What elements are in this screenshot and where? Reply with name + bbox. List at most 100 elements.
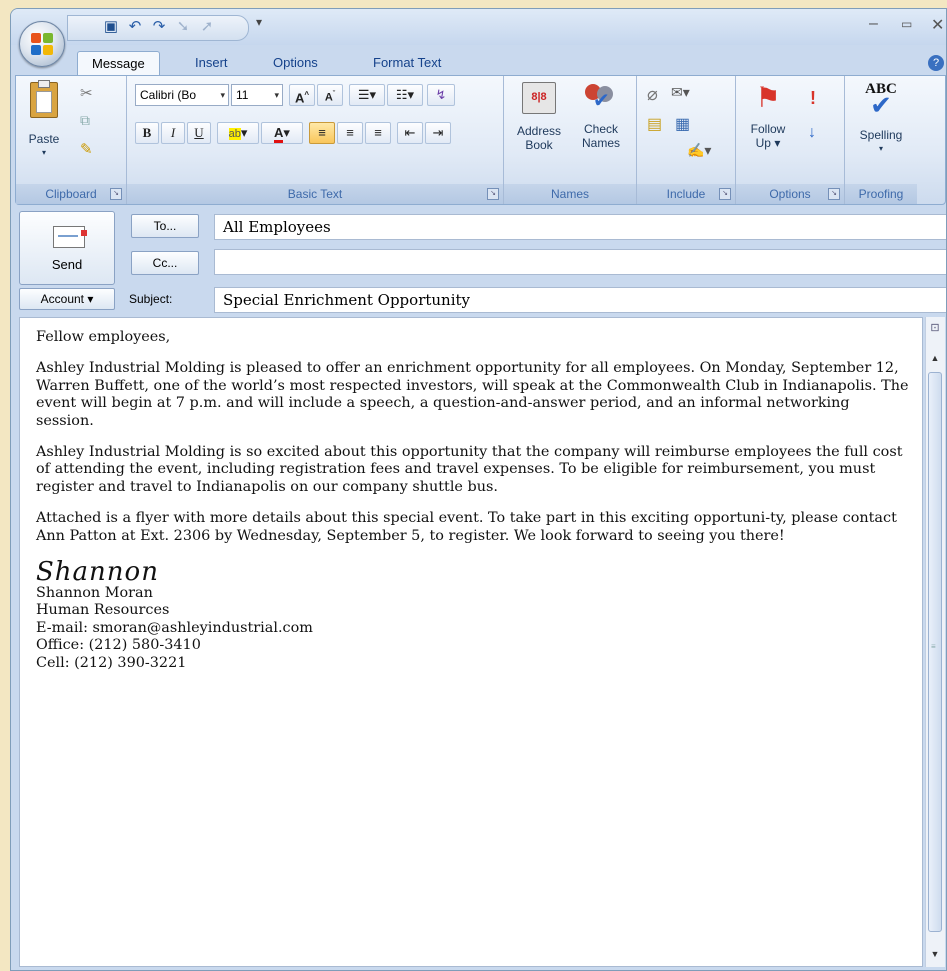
- bold-button[interactable]: B: [135, 122, 159, 144]
- office-button[interactable]: [19, 21, 65, 67]
- to-button[interactable]: To...: [131, 214, 199, 238]
- options-launcher-icon[interactable]: ↘: [828, 188, 840, 200]
- checkmark-icon: ✔: [870, 90, 892, 120]
- include-group: ⌀ ✉▾ ▤ ▦ ✍▾ Include ↘: [637, 76, 736, 204]
- styles-button[interactable]: ↯: [427, 84, 455, 106]
- grow-font-button[interactable]: A^: [289, 84, 315, 106]
- message-body[interactable]: Fellow employees, Ashley Industrial Mold…: [19, 317, 923, 967]
- names-group: 8|8 Address Book ✔ Check Names Names: [504, 76, 637, 204]
- shrink-font-button[interactable]: Aˇ: [317, 84, 343, 106]
- basic-text-launcher-icon[interactable]: ↘: [487, 188, 499, 200]
- scroll-thumb[interactable]: ≡: [928, 372, 942, 932]
- chevron-down-icon: ▾: [274, 90, 279, 100]
- include-launcher-icon[interactable]: ↘: [719, 188, 731, 200]
- signature-name: Shannon Moran: [36, 585, 153, 602]
- clipboard-group: Paste ▾ ✂ ⧉ ✎ Clipboard ↘: [16, 76, 127, 204]
- numbering-button[interactable]: ☷▾: [387, 84, 423, 106]
- highlight-button[interactable]: ab▾: [217, 122, 259, 144]
- undo-icon[interactable]: ↶: [126, 19, 144, 35]
- chevron-down-icon: ▾: [220, 90, 225, 100]
- subject-label: Subject:: [129, 292, 173, 306]
- font-name-select[interactable]: Calibri (Bo ▾: [135, 84, 229, 106]
- maximize-icon[interactable]: ▭: [901, 17, 912, 31]
- basic-text-group: Calibri (Bo ▾ 11 ▾ A^ Aˇ ☰▾ ☷▾ ↯ B I U a…: [127, 76, 504, 204]
- cc-field[interactable]: [214, 249, 946, 275]
- save-icon[interactable]: ▣: [102, 19, 120, 35]
- check-names-label-2: Names: [581, 136, 620, 150]
- align-center-button[interactable]: ≡: [337, 122, 363, 144]
- proofing-group: ABC ✔ Spelling ▾ Proofing: [845, 76, 917, 204]
- paragraph-2: Ashley Industrial Molding is so excited …: [36, 444, 903, 495]
- paragraph-3: Attached is a flyer with more details ab…: [36, 510, 897, 544]
- align-left-button[interactable]: ≡: [309, 122, 335, 144]
- spelling-label: Spelling: [859, 128, 903, 142]
- font-color-button[interactable]: A▾: [261, 122, 303, 144]
- signature-department: Human Resources: [36, 602, 170, 619]
- clipboard-icon: [30, 80, 58, 118]
- tab-options[interactable]: Options: [259, 51, 332, 75]
- help-icon[interactable]: ?: [928, 55, 944, 71]
- clipboard-launcher-icon[interactable]: ↘: [110, 188, 122, 200]
- check-names-button[interactable]: ✔ Check Names: [572, 82, 630, 150]
- tab-message[interactable]: Message: [77, 51, 160, 76]
- format-painter-icon[interactable]: ✎: [80, 140, 93, 158]
- spelling-button[interactable]: ABC ✔ Spelling ▾: [849, 82, 913, 156]
- high-importance-icon[interactable]: !: [810, 88, 816, 109]
- vertical-scrollbar[interactable]: ⊡ ▲ ≡ ▼: [925, 317, 945, 967]
- previous-icon[interactable]: ➘: [174, 19, 192, 35]
- italic-button[interactable]: I: [161, 122, 185, 144]
- to-field[interactable]: All Employees: [214, 214, 946, 240]
- paste-button[interactable]: Paste ▾: [22, 80, 66, 168]
- cc-button[interactable]: Cc...: [131, 251, 199, 275]
- scroll-up-icon[interactable]: ▲: [928, 351, 942, 365]
- bullets-icon: ☰▾: [357, 87, 377, 102]
- follow-up-label-2: Up ▾: [755, 136, 781, 150]
- business-card-icon[interactable]: ▤: [647, 114, 662, 134]
- signature-icon[interactable]: ✍▾: [687, 142, 711, 159]
- tab-format-text[interactable]: Format Text: [359, 51, 455, 75]
- tab-insert[interactable]: Insert: [181, 51, 242, 75]
- options-group: ⚑ Follow Up ▾ ! ↓ Options ↘: [736, 76, 845, 204]
- ribbon-tabs: Message Insert Options Format Text ?: [11, 45, 946, 76]
- names-group-label: Names: [504, 184, 636, 204]
- address-book-icon: 8|8: [522, 82, 556, 114]
- close-icon[interactable]: ✕: [931, 15, 944, 35]
- increase-indent-button[interactable]: ⇥: [425, 122, 451, 144]
- attach-item-icon[interactable]: ✉▾: [671, 84, 690, 101]
- font-color-icon: A: [274, 125, 284, 143]
- highlighter-icon: ab: [228, 128, 241, 140]
- font-size-select[interactable]: 11 ▾: [231, 84, 283, 106]
- proofing-group-label: Proofing: [845, 184, 917, 204]
- align-right-icon: ≡: [374, 125, 382, 140]
- minimize-icon[interactable]: –: [869, 15, 878, 33]
- subject-field[interactable]: Special Enrichment Opportunity: [214, 287, 946, 313]
- decrease-indent-icon: ⇤: [404, 125, 416, 140]
- send-button[interactable]: Send: [19, 211, 115, 285]
- low-importance-icon[interactable]: ↓: [808, 124, 816, 142]
- copy-icon[interactable]: ⧉: [80, 112, 90, 129]
- bullets-button[interactable]: ☰▾: [349, 84, 385, 106]
- decrease-indent-button[interactable]: ⇤: [397, 122, 423, 144]
- ruler-toggle-icon[interactable]: ⊡: [928, 321, 942, 335]
- align-center-icon: ≡: [346, 125, 354, 140]
- align-left-icon: ≡: [318, 125, 326, 140]
- scroll-down-icon[interactable]: ▼: [928, 947, 942, 961]
- account-button[interactable]: Account ▾: [19, 288, 115, 310]
- title-bar: ▣ ↶ ↷ ➘ ➚ ▾ – ▭ ✕: [11, 9, 946, 45]
- follow-up-button[interactable]: ⚑ Follow Up ▾: [740, 82, 796, 150]
- send-envelope-icon: [53, 226, 87, 248]
- attach-file-icon[interactable]: ⌀: [647, 84, 658, 105]
- redo-icon[interactable]: ↷: [150, 19, 168, 35]
- align-right-button[interactable]: ≡: [365, 122, 391, 144]
- calendar-icon[interactable]: ▦: [675, 114, 690, 134]
- address-book-label: Address: [516, 124, 562, 138]
- signature-email: E-mail: smoran@ashleyindustrial.com: [36, 619, 313, 636]
- next-icon[interactable]: ➚: [198, 19, 216, 35]
- customize-icon[interactable]: ▾: [256, 15, 262, 29]
- flag-icon: ⚑: [755, 82, 781, 113]
- underline-button[interactable]: U: [187, 122, 211, 144]
- outlook-message-window: ▣ ↶ ↷ ➘ ➚ ▾ – ▭ ✕ Message Insert Options…: [10, 8, 947, 971]
- basic-text-group-label: Basic Text: [127, 184, 503, 204]
- cut-icon[interactable]: ✂: [80, 84, 93, 102]
- address-book-button[interactable]: 8|8 Address Book: [510, 82, 568, 152]
